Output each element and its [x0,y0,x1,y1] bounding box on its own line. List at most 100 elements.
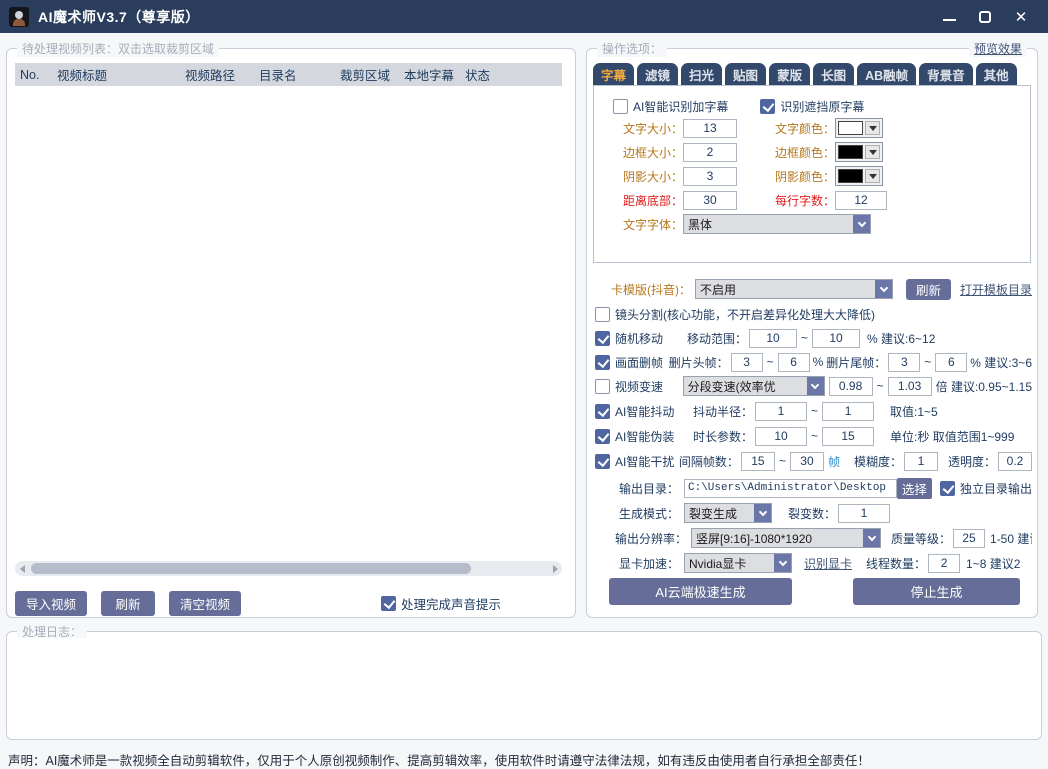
shadow-size-input[interactable] [683,167,737,186]
tab-other[interactable]: 其他 [976,63,1017,85]
ai-disguise-checkbox[interactable] [595,429,610,444]
close-button[interactable]: ✕ [1008,5,1034,29]
clear-video-button[interactable]: 清空视频 [169,591,241,616]
horizontal-scrollbar[interactable] [15,561,562,576]
shake-radius-max-input[interactable] [822,402,874,421]
gpu-dropdown[interactable]: Nvidia显卡 [684,553,792,573]
split-count-label: 裂变数： [788,505,836,522]
random-move-checkbox[interactable] [595,331,610,346]
shake-radius-min-input[interactable] [755,402,807,421]
duration-max-input[interactable] [822,427,874,446]
text-color-dropdown[interactable] [835,118,883,138]
stop-generate-button[interactable]: 停止生成 [853,578,1020,605]
bottom-distance-label: 距离底部： [595,192,683,209]
template-dropdown[interactable]: 不启用 [695,279,893,299]
text-size-input[interactable] [683,119,737,138]
move-range-min-input[interactable] [749,329,797,348]
tab-bgm[interactable]: 背景音 [919,63,973,85]
tab-sweep-light[interactable]: 扫光 [681,63,722,85]
head-frame-min-input[interactable] [731,353,763,372]
interval-max-input[interactable] [790,452,824,471]
bottom-distance-input[interactable] [683,191,737,210]
independent-dir-checkbox[interactable] [940,481,955,496]
move-range-max-input[interactable] [812,329,860,348]
generate-mode-dropdown[interactable]: 裂变生成 [684,503,772,523]
tab-filter[interactable]: 滤镜 [637,63,678,85]
frame-delete-label: 画面删帧 [615,354,669,371]
speed-min-input[interactable] [829,377,873,396]
tab-sticker[interactable]: 贴图 [725,63,766,85]
template-label: 卡模版(抖音)： [595,281,691,298]
log-panel: 处理日志： [6,631,1042,740]
refresh-list-button[interactable]: 刷新 [101,591,155,616]
cloud-generate-button[interactable]: AI云端极速生成 [609,578,792,605]
options-panel: 操作选项： 预览效果 字幕 滤镜 扫光 贴图 蒙版 长图 AB融帧 背景音 其他… [586,48,1038,618]
range-separator: ~ [767,355,774,369]
shadow-color-label: 阴影颜色： [737,168,835,185]
border-size-input[interactable] [683,143,737,162]
text-size-label: 文字大小： [595,120,683,137]
open-template-dir-link[interactable]: 打开模板目录 [960,281,1032,298]
options-panel-label: 操作选项： [597,40,667,57]
tab-subtitle[interactable]: 字幕 [593,63,634,85]
tail-frame-hint: % 建议:3~6 [970,354,1032,371]
independent-dir-label: 独立目录输出 [960,480,1032,497]
ai-recognize-subtitle-checkbox[interactable] [613,99,628,114]
blur-label: 模糊度： [854,453,902,470]
chevron-down-icon [853,215,870,233]
tab-ab-blend[interactable]: AB融帧 [857,63,916,85]
tab-long-image[interactable]: 长图 [813,63,854,85]
ai-shake-checkbox[interactable] [595,404,610,419]
border-size-label: 边框大小： [595,144,683,161]
app-icon [9,7,29,27]
log-output-area[interactable] [13,638,1035,733]
mask-original-subtitle-checkbox[interactable] [760,99,775,114]
tail-frame-min-input[interactable] [888,353,920,372]
minimize-button[interactable] [936,5,962,29]
preview-effect-link[interactable]: 预览效果 [969,40,1027,57]
speed-hint: 倍 建议:0.95~1.15 [936,378,1032,395]
threads-input[interactable] [928,554,960,573]
speed-mode-dropdown[interactable]: 分段变速(效率优 [683,376,825,396]
sound-alert-label: 处理完成声音提示 [401,594,501,613]
frame-delete-checkbox[interactable] [595,355,610,370]
resolution-dropdown[interactable]: 竖屏[9:16]-1080*1920 [691,528,881,548]
chevron-down-icon [754,504,771,522]
border-color-dropdown[interactable] [835,142,883,162]
duration-min-input[interactable] [755,427,807,446]
random-move-label: 随机移动 [615,330,687,347]
quality-input[interactable] [953,529,985,548]
move-range-label: 移动范围： [687,330,747,347]
video-list-body[interactable] [15,86,562,555]
chars-per-line-input[interactable] [835,191,887,210]
speed-change-checkbox[interactable] [595,379,610,394]
split-count-input[interactable] [838,504,890,523]
maximize-button[interactable] [972,5,998,29]
head-frame-max-input[interactable] [778,353,810,372]
scrollbar-thumb[interactable] [31,563,471,574]
import-video-button[interactable]: 导入视频 [15,591,87,616]
detect-gpu-link[interactable]: 识别显卡 [804,555,852,572]
sound-alert-checkbox[interactable] [381,596,396,611]
shadow-color-dropdown[interactable] [835,166,883,186]
shot-split-checkbox[interactable] [595,307,610,322]
tab-mask[interactable]: 蒙版 [769,63,810,85]
output-dir-input[interactable] [684,479,897,498]
ai-interfere-checkbox[interactable] [595,454,610,469]
duration-hint: 单位:秒 取值范围1~999 [890,428,1014,445]
interval-min-input[interactable] [741,452,775,471]
scroll-right-arrow-icon[interactable] [548,561,562,576]
generate-mode-value: 裂变生成 [685,505,754,522]
choose-dir-button[interactable]: 选择 [897,478,932,499]
speed-max-input[interactable] [888,377,932,396]
opacity-input[interactable] [998,452,1032,471]
template-refresh-button[interactable]: 刷新 [906,279,951,300]
tail-frame-max-input[interactable] [935,353,967,372]
blur-input[interactable] [904,452,938,471]
chevron-down-icon [865,145,880,159]
font-dropdown[interactable]: 黑体 [683,214,871,234]
head-frame-label: 删片头帧： [669,354,729,371]
shadow-color-swatch [838,169,863,183]
font-label: 文字字体： [595,216,683,233]
scroll-left-arrow-icon[interactable] [15,561,29,576]
